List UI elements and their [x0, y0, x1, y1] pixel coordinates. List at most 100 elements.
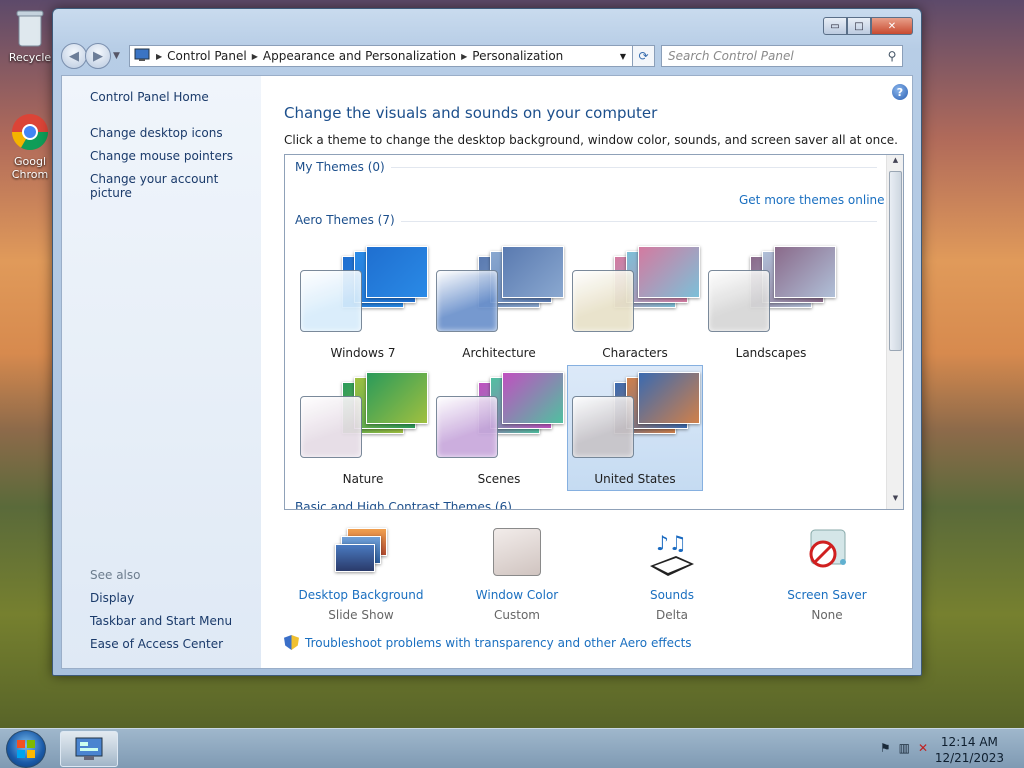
sidebar: Control Panel Home Change desktop icons …	[62, 76, 261, 668]
forward-arrow-icon: ▶	[93, 48, 103, 64]
breadcrumb-control-panel[interactable]: Control Panel	[162, 49, 252, 63]
system-tray: ⚑ ▥ ✕	[880, 741, 928, 755]
recycle-bin-icon	[10, 8, 50, 48]
window-color-value: Custom	[494, 608, 540, 622]
taskbar: ⚑ ▥ ✕ 12:14 AM 12/21/2023	[0, 728, 1024, 768]
svg-text:♪♫: ♪♫	[656, 531, 687, 555]
close-icon: ✕	[887, 20, 897, 32]
desktop-background-item[interactable]: Desktop Background Slide Show	[286, 528, 436, 622]
theme-tile[interactable]: United States	[567, 365, 703, 491]
see-also-label: See also	[90, 568, 141, 582]
personalization-window: ▭ □ ✕ ◀ ▶ ▼ ▶ Control Panel ▶ Appearance…	[52, 8, 922, 676]
theme-tile[interactable]: Landscapes	[703, 239, 839, 365]
desktop-background-label[interactable]: Desktop Background	[286, 588, 436, 602]
themes-list: My Themes (0) Get more themes online Aer…	[284, 154, 904, 510]
content-area: Control Panel Home Change desktop icons …	[61, 75, 913, 669]
maximize-button[interactable]: □	[847, 17, 871, 35]
control-panel-icon	[134, 48, 150, 65]
desktop-icon-chrome[interactable]: Googl Chrom	[4, 112, 56, 181]
windows-logo-icon	[17, 740, 35, 758]
desktop-background-icon	[331, 528, 391, 580]
theme-tile[interactable]: Windows 7	[295, 239, 431, 365]
desktop-icon-label: Googl Chrom	[11, 155, 49, 181]
start-button[interactable]	[6, 730, 46, 768]
chrome-icon	[10, 112, 50, 152]
address-dropdown-icon[interactable]: ▼	[614, 52, 632, 61]
search-input[interactable]: Search Control Panel ⚲	[661, 45, 903, 67]
sidebar-link-control-panel-home[interactable]: Control Panel Home	[90, 90, 209, 104]
address-bar[interactable]: ▶ Control Panel ▶ Appearance and Persona…	[129, 45, 633, 67]
theme-name: Scenes	[477, 472, 521, 486]
see-also-link-display[interactable]: Display	[90, 591, 134, 605]
troubleshoot-label[interactable]: Troubleshoot problems with transparency …	[305, 636, 692, 650]
sounds-item[interactable]: ♪♫ Sounds Delta	[597, 528, 747, 622]
action-center-flag-icon[interactable]: ⚑	[880, 741, 891, 755]
theme-tile[interactable]: Scenes	[431, 365, 567, 491]
page-subtitle: Click a theme to change the desktop back…	[284, 133, 898, 147]
see-also-link-ease-of-access[interactable]: Ease of Access Center	[90, 637, 223, 651]
window-color-item[interactable]: Window Color Custom	[442, 528, 592, 622]
theme-tile[interactable]: Nature	[295, 365, 431, 491]
breadcrumb-personalization[interactable]: Personalization	[467, 49, 568, 63]
search-placeholder: Search Control Panel	[668, 49, 794, 63]
page-title: Change the visuals and sounds on your co…	[284, 104, 658, 122]
recent-pages-dropdown[interactable]: ▼	[113, 51, 123, 61]
breadcrumb-appearance[interactable]: Appearance and Personalization	[258, 49, 461, 63]
search-icon[interactable]: ⚲	[882, 49, 902, 63]
minimize-icon: ▭	[830, 20, 840, 32]
shield-icon	[284, 635, 299, 650]
theme-wallpaper-thumbnail	[502, 372, 564, 424]
network-icon[interactable]: ▥	[899, 741, 910, 755]
theme-wallpaper-thumbnail	[502, 246, 564, 298]
sounds-label[interactable]: Sounds	[597, 588, 747, 602]
screen-saver-item[interactable]: Screen Saver None	[752, 528, 902, 622]
screen-saver-label[interactable]: Screen Saver	[752, 588, 902, 602]
window-color-icon	[487, 528, 547, 580]
troubleshoot-link[interactable]: Troubleshoot problems with transparency …	[284, 635, 692, 650]
themes-scrollbar[interactable]: ▲ ▼	[886, 155, 903, 509]
help-button[interactable]: ?	[892, 84, 908, 100]
taskbar-control-panel-button[interactable]	[60, 731, 118, 767]
get-more-themes-link[interactable]: Get more themes online	[739, 193, 885, 207]
maximize-icon: □	[854, 20, 864, 32]
help-icon: ?	[896, 85, 904, 99]
theme-color-swatch	[572, 396, 634, 458]
clock[interactable]: 12:14 AM 12/21/2023	[935, 734, 1004, 766]
sounds-icon: ♪♫	[642, 528, 702, 580]
back-button[interactable]: ◀	[61, 43, 87, 69]
refresh-button[interactable]: ⟳	[633, 45, 655, 67]
scroll-up-icon[interactable]: ▲	[887, 156, 903, 170]
theme-color-swatch	[300, 396, 362, 458]
sidebar-link-change-account-picture[interactable]: Change your account picture	[90, 172, 261, 200]
sidebar-link-change-desktop-icons[interactable]: Change desktop icons	[90, 126, 223, 140]
group-header-my-themes[interactable]: My Themes (0)	[295, 160, 391, 174]
theme-wallpaper-thumbnail	[638, 372, 700, 424]
minimize-button[interactable]: ▭	[823, 17, 847, 35]
scroll-thumb[interactable]	[889, 171, 902, 351]
group-header-basic-themes[interactable]: Basic and High Contrast Themes (6)	[295, 500, 518, 509]
see-also-link-taskbar[interactable]: Taskbar and Start Menu	[90, 614, 232, 628]
sidebar-link-change-mouse-pointers[interactable]: Change mouse pointers	[90, 149, 233, 163]
desktop-icon-recycle-bin[interactable]: Recycle	[0, 8, 60, 64]
group-header-aero-themes[interactable]: Aero Themes (7)	[295, 213, 401, 227]
theme-color-swatch	[708, 270, 770, 332]
desktop-icon-label: Recycle	[8, 51, 52, 64]
theme-color-swatch	[436, 396, 498, 458]
forward-button[interactable]: ▶	[85, 43, 111, 69]
theme-name: Architecture	[462, 346, 536, 360]
desktop-background-value: Slide Show	[328, 608, 394, 622]
theme-tile[interactable]: Characters	[567, 239, 703, 365]
sounds-value: Delta	[655, 608, 688, 622]
theme-color-swatch	[572, 270, 634, 332]
theme-name: Nature	[342, 472, 384, 486]
back-arrow-icon: ◀	[69, 48, 79, 64]
caption-buttons: ▭ □ ✕	[823, 17, 913, 35]
refresh-icon: ⟳	[638, 49, 649, 63]
scroll-down-icon[interactable]: ▼	[887, 494, 903, 508]
theme-tile[interactable]: Architecture	[431, 239, 567, 365]
close-button[interactable]: ✕	[871, 17, 913, 35]
navigation-bar: ◀ ▶ ▼ ▶ Control Panel ▶ Appearance and P…	[61, 43, 913, 69]
window-color-label[interactable]: Window Color	[442, 588, 592, 602]
volume-muted-icon[interactable]: ✕	[918, 741, 928, 755]
theme-name: Landscapes	[735, 346, 807, 360]
